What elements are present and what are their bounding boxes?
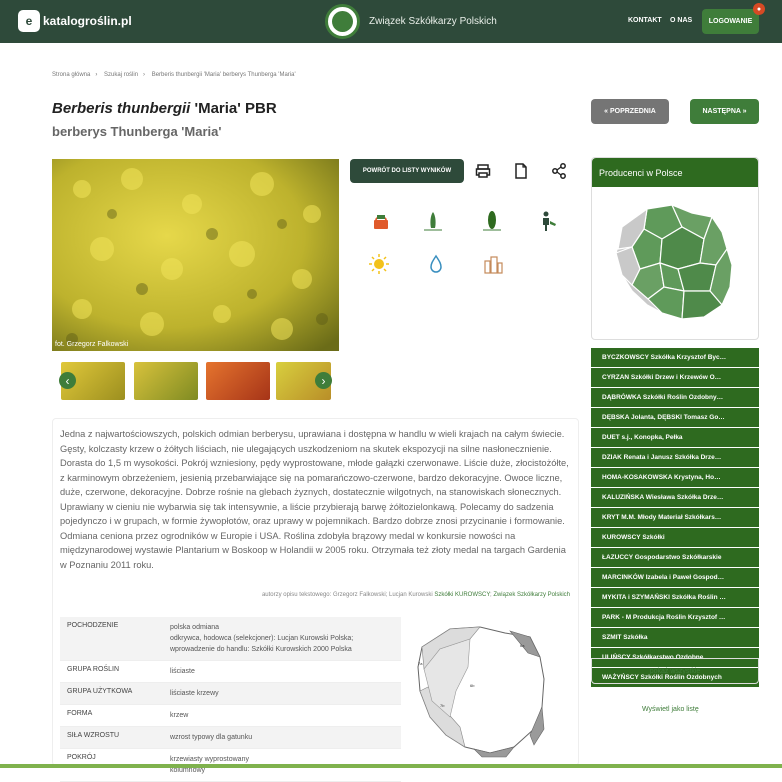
suitable-for-container-icon xyxy=(374,215,388,229)
nav-about[interactable]: O NAS xyxy=(670,17,692,24)
thumbnail-gallery: ‹ › xyxy=(59,362,332,400)
properties-table: POCHODZENIE polska odmiana odkrywca, hodo… xyxy=(60,617,401,782)
full-sun-icon xyxy=(369,254,389,274)
property-key: POCHODZENIE xyxy=(67,622,119,629)
latin-name: Berberis thunbergii xyxy=(52,100,191,117)
top-navigation-bar: e katalogroślin.pl Związek Szkółkarzy Po… xyxy=(0,0,782,43)
notification-bell-icon[interactable]: ● xyxy=(753,3,765,15)
producer-item[interactable]: DĄBRÓWKA Szkółki Roślin Ozdobny… xyxy=(591,388,759,407)
producer-item[interactable]: KALUZIŃSKA Wiesława Szkółka Drze… xyxy=(591,488,759,507)
columnar-tree-icon xyxy=(483,211,501,231)
producer-item[interactable]: DĘBSKA Jolanta, DĘBSKI Tomasz Go… xyxy=(591,408,759,427)
polish-name: berberys Thunberga 'Maria' xyxy=(52,124,222,139)
plant-description: Jedna z najwartościowszych, polskich odm… xyxy=(60,429,569,570)
photo-caption: fot. Grzegorz Falkowski xyxy=(55,341,129,348)
producer-item[interactable]: BYCZKOWSCY Szkółka Krzysztof Byc… xyxy=(591,348,759,367)
cultivar-name: 'Maria' PBR xyxy=(190,100,277,117)
authors-link-association[interactable]: Związek Szkółkarzy Polskich xyxy=(493,592,570,598)
property-value: wzrost typowy dla gatunku xyxy=(170,734,253,741)
breadcrumb-search[interactable]: Szukaj roślin xyxy=(104,72,138,78)
table-row: POCHODZENIE polska odmiana odkrywca, hodo… xyxy=(60,617,401,661)
producer-item[interactable]: SZMIT Szkółka xyxy=(591,628,759,647)
page-title: Berberis thunbergii 'Maria' PBR xyxy=(52,100,277,117)
poland-producers-map[interactable] xyxy=(592,187,758,337)
breadcrumb-separator-icon: › xyxy=(143,72,146,78)
table-row: FORMA krzew xyxy=(60,705,401,727)
gallery-next-arrow-icon[interactable]: › xyxy=(315,372,332,389)
producer-item[interactable]: DUET s.j., Konopka, Pełka xyxy=(591,428,759,447)
footer-accent-bar xyxy=(0,764,782,768)
site-logo[interactable]: e katalogroślin.pl xyxy=(18,10,132,32)
narrow-upright-shape-icon xyxy=(424,212,442,231)
association-seal-icon[interactable] xyxy=(325,4,360,39)
thumbnail-3[interactable] xyxy=(206,362,270,400)
producer-item[interactable]: DZIAK Renata i Janusz Szkółka Drze… xyxy=(591,448,759,467)
authors-text: autorzy opisu tekstowego: Grzegorz Falko… xyxy=(261,592,435,598)
show-all-link[interactable]: pokaż wszystkie xyxy=(591,658,759,684)
show-as-list-link[interactable]: Wyświetl jako listę xyxy=(642,706,699,713)
producers-map-panel: Producenci w Polsce xyxy=(591,157,759,340)
back-to-results-button[interactable]: POWRÓT DO LISTY WYNIKÓW xyxy=(350,159,464,183)
berberis-foliage-image xyxy=(52,159,339,351)
producers-heading: Producenci w Polsce xyxy=(592,158,758,187)
table-row: GRUPA UŻYTKOWA liściaste krzewy xyxy=(60,683,401,705)
breadcrumb-separator-icon: › xyxy=(95,72,98,78)
share-icon[interactable] xyxy=(551,163,567,179)
producer-item[interactable]: MARCINKÓW Izabela i Paweł Gospod… xyxy=(591,568,759,587)
property-value: liściaste xyxy=(170,668,195,675)
property-value: krzew xyxy=(170,712,189,719)
producer-item[interactable]: PARK - M Produkcja Roślin Krzysztof … xyxy=(591,608,759,627)
producer-item[interactable]: MYKITA i SZYMAŃSKI Szkółka Roślin … xyxy=(591,588,759,607)
breadcrumb-home[interactable]: Strona główna xyxy=(52,72,90,78)
table-row: GRUPA ROŚLIN liściaste xyxy=(60,661,401,683)
urban-tolerance-icon xyxy=(484,256,503,274)
gallery-prev-arrow-icon[interactable]: ‹ xyxy=(59,372,76,389)
previous-button[interactable]: « POPRZEDNIA xyxy=(591,99,669,124)
producer-item[interactable]: KRYT M.M. Młody Materiał Szkółkars… xyxy=(591,508,759,527)
logo-text: katalogroślin.pl xyxy=(43,14,132,28)
property-key: FORMA xyxy=(67,710,93,717)
authors-link-kurowscy[interactable]: Szkółki KUROWSCY xyxy=(434,592,490,598)
svg-text:7a: 7a xyxy=(418,661,423,666)
print-icon[interactable] xyxy=(475,163,491,179)
producer-item[interactable]: KUROWSCY Szkółki xyxy=(591,528,759,547)
breadcrumb-current: Berberis thunbergii 'Maria' berberys Thu… xyxy=(151,72,296,78)
gardener-care-icon xyxy=(543,211,556,231)
property-key: SIŁA WZROSTU xyxy=(67,732,120,739)
water-needs-icon xyxy=(430,254,442,273)
producer-item[interactable]: CYRZAN Szkółki Drzew i Krzewów O… xyxy=(591,368,759,387)
logo-mark: e xyxy=(18,10,40,32)
pdf-document-icon[interactable] xyxy=(513,163,529,179)
association-name[interactable]: Związek Szkółkarzy Polskich xyxy=(369,16,497,27)
producer-item[interactable]: ŁAZUCCY Gospodarstwo Szkółkarskie xyxy=(591,548,759,567)
login-button[interactable]: LOGOWANIE xyxy=(702,9,759,34)
hardiness-zone-map: 6a 6b 7a 7b xyxy=(417,626,545,758)
property-value: polska odmiana odkrywca, hodowca (selekc… xyxy=(170,624,354,653)
svg-text:6b: 6b xyxy=(470,683,475,688)
svg-text:7b: 7b xyxy=(440,703,445,708)
producer-item[interactable]: HOMA-KOSAKOWSKA Krystyna, Ho… xyxy=(591,468,759,487)
thumbnail-2[interactable] xyxy=(134,362,198,400)
description-authors: autorzy opisu tekstowego: Grzegorz Falko… xyxy=(160,592,570,598)
svg-text:6a: 6a xyxy=(520,643,525,648)
producers-list: BYCZKOWSCY Szkółka Krzysztof Byc… CYRZAN… xyxy=(591,348,759,688)
table-row: SIŁA WZROSTU wzrost typowy dla gatunku xyxy=(60,727,401,749)
main-plant-photo[interactable] xyxy=(52,159,339,351)
property-key: GRUPA ROŚLIN xyxy=(67,666,119,673)
property-value: liściaste krzewy xyxy=(170,690,219,697)
property-key: GRUPA UŻYTKOWA xyxy=(67,688,133,695)
next-button[interactable]: NASTĘPNA » xyxy=(690,99,759,124)
breadcrumb: Strona główna › Szukaj roślin › Berberis t… xyxy=(52,72,301,78)
nav-contact[interactable]: KONTAKT xyxy=(628,17,662,24)
